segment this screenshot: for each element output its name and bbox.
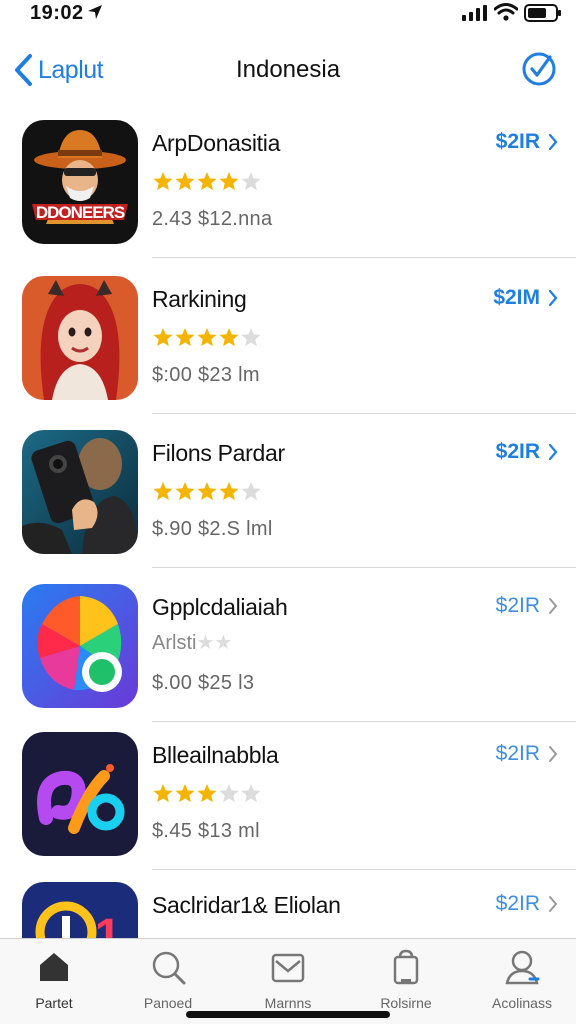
rating-text: Arlsti★★ [152,630,232,655]
get-button-label: $2IR [495,594,540,617]
get-button[interactable]: $2IM [493,286,558,310]
app-row[interactable]: Gpplcdaliaiah Arlsti★★ $.00 $25 l3 $2IR [0,572,576,722]
tab-label: Rolsirne [380,995,432,1011]
tab-mail[interactable]: Marnns [238,945,338,1015]
star-filled-icon [153,482,173,501]
swirl-app-icon [22,732,138,856]
app-price-info: $.45 $13 ml [152,820,260,842]
get-button[interactable]: $2IR [496,594,558,618]
chevron-right-icon [548,133,558,151]
get-button[interactable]: $2IR [496,130,558,154]
row-divider [152,566,576,568]
navigation-bar: Laplut Indonesia [0,42,576,98]
star-empty-icon [241,482,261,501]
get-button[interactable]: $2IR [496,440,558,464]
app-row[interactable]: DDONEERS ArpDonasitia 2.43 $12.nna $2IR [0,108,576,258]
get-button[interactable]: $2IR [496,742,558,766]
star-empty-icon [241,328,261,347]
app-name: Filons Pardar [152,440,285,466]
number-app-icon: 1 [22,882,138,942]
app-name: Gpplcdaliaiah [152,594,288,620]
star-filled-icon [153,172,173,191]
row-divider [152,412,576,414]
star-filled-icon [197,328,217,347]
app-name: Saclridar1& Eliolan [152,892,341,918]
status-bar: 19:02 [0,0,576,30]
app-price-info: $.00 $25 l3 [152,672,255,694]
star-empty-icon [241,784,261,803]
person-icon [505,950,540,985]
chevron-right-icon [548,289,558,307]
app-name: ArpDonasitia [152,130,281,156]
star-filled-icon [219,328,239,347]
signal-icon [462,5,487,21]
rating-stars [153,328,261,347]
app-row[interactable]: 1 Saclridar1& Eliolan $2IR [0,870,576,942]
star-empty-icon [241,172,261,191]
star-filled-icon [197,784,217,803]
battery-icon [524,4,561,22]
home-indicator [186,1011,390,1018]
star-filled-icon [175,482,195,501]
redhood-app-icon [22,276,138,400]
app-row[interactable]: Blleailnabbla $.45 $13 ml $2IR [0,720,576,870]
star-filled-icon [197,482,217,501]
get-button-label: $2IR [495,742,540,765]
star-filled-icon [153,784,173,803]
row-divider [152,256,576,258]
app-price-info: 2.43 $12.nna [152,208,273,230]
star-filled-icon [197,172,217,191]
get-button-label: $2IR [495,440,540,463]
chevron-right-icon [549,746,558,762]
tab-home[interactable]: Partet [4,945,104,1015]
tab-label: Acolinass [492,995,552,1011]
star-filled-icon [219,482,239,501]
star-filled-icon [153,328,173,347]
tab-label: Panoed [143,995,193,1011]
home-icon [40,953,68,981]
star-filled-icon [175,172,195,191]
location-arrow-icon [88,5,102,19]
page-title: Indonesia [235,56,341,83]
search-icon [152,951,186,985]
star-empty-icon [219,784,239,803]
get-button[interactable]: $2IR [496,892,558,916]
star-filled-icon [219,172,239,191]
rating-label: Arlsti [152,632,197,654]
tab-bag[interactable]: Rolsirne [356,945,456,1015]
color-wheel-app-icon [22,584,138,708]
tab-account[interactable]: Acolinass [472,945,572,1015]
cowboy-app-icon: DDONEERS [22,120,138,244]
chevron-right-icon [549,598,558,614]
mail-icon [271,953,305,983]
star-filled-icon [175,328,195,347]
app-name: Rarkining [152,286,247,312]
star-filled-icon [175,784,195,803]
app-price-info: $:00 $23 lm [152,364,260,386]
tab-label: Partet [35,995,73,1011]
get-button-label: $2IR [495,130,540,153]
phone-camera-app-icon [22,430,138,554]
get-button-label: $2IR [495,892,540,915]
check-circle-icon[interactable] [520,50,558,88]
rating-stars [153,784,261,803]
app-row[interactable]: Rarkining $:00 $23 lm $2IM [0,264,576,414]
chevron-right-icon [549,896,558,912]
svg-text:DDONEERS: DDONEERS [36,203,125,222]
app-name: Blleailnabbla [152,742,279,768]
wifi-icon [494,3,518,21]
rating-stars [153,482,261,501]
rating-stars [153,172,261,191]
chevron-right-icon [548,443,558,461]
app-price-info: $.90 $2.S lml [152,518,273,540]
tab-label: Marnns [264,995,312,1011]
get-button-label: $2IM [493,286,540,309]
status-time: 19:02 [30,2,84,24]
app-row[interactable]: Filons Pardar $.90 $2.S lml $2IR [0,418,576,568]
faded-star-icons: ★★ [196,632,233,654]
tab-search[interactable]: Panoed [118,945,218,1015]
bag-icon [393,949,419,985]
